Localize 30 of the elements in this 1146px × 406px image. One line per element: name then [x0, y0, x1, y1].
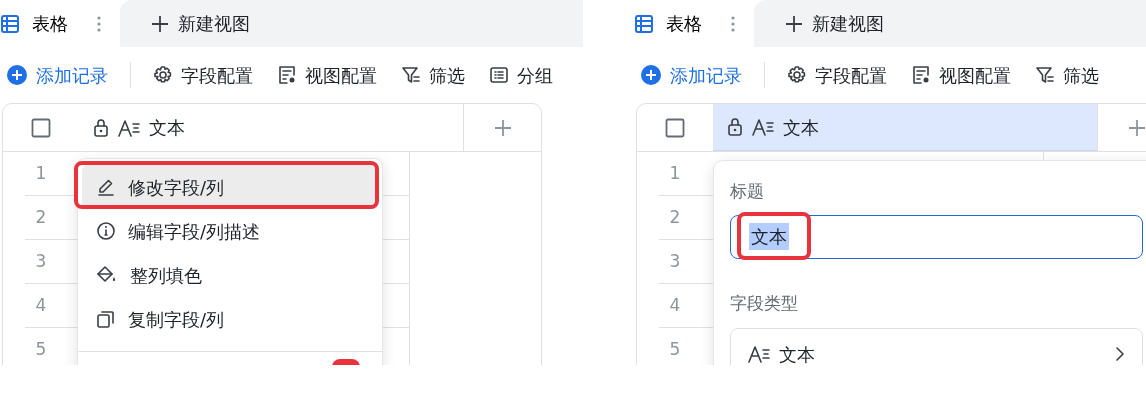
row-number: 2	[34, 206, 48, 230]
row-number: 3	[34, 250, 48, 274]
add-record-button[interactable]: 添加记录	[6, 61, 120, 89]
field-type-select[interactable]: 文本	[730, 328, 1143, 365]
column-header[interactable]: 文本	[713, 104, 1098, 151]
row-number: 5	[34, 338, 48, 362]
add-record-button[interactable]: 添加记录	[640, 61, 754, 89]
field-label: 字段类型	[730, 291, 799, 315]
row-number: 1	[668, 162, 682, 186]
row-number: 1	[34, 162, 48, 186]
column-title: 文本	[783, 115, 819, 140]
select-value: 文本	[779, 342, 816, 365]
row-number: 3	[668, 250, 682, 274]
group-button[interactable]: 分组	[477, 61, 565, 89]
field-settings-button[interactable]: 字段配置	[141, 61, 265, 89]
view-settings-button[interactable]: 视图配置	[265, 61, 389, 89]
new-view-tab[interactable]: 新建视图	[120, 0, 583, 47]
row-number: 4	[34, 294, 48, 318]
filter-button[interactable]: 筛选	[1023, 61, 1111, 89]
column-header[interactable]: 文本	[79, 104, 464, 151]
column-title: 文本	[149, 116, 185, 140]
field-settings-button[interactable]: 字段配置	[775, 61, 899, 89]
view-settings-button[interactable]: 视图配置	[899, 61, 1023, 89]
row-number: 2	[668, 206, 682, 230]
row-number: 4	[668, 294, 682, 318]
title-input[interactable]: 文本	[730, 214, 1143, 259]
new-view-tab[interactable]: 新建视图	[754, 0, 1146, 47]
row-number: 5	[668, 338, 682, 362]
filter-button[interactable]: 筛选	[389, 61, 477, 89]
field-label: 标题	[730, 180, 765, 203]
